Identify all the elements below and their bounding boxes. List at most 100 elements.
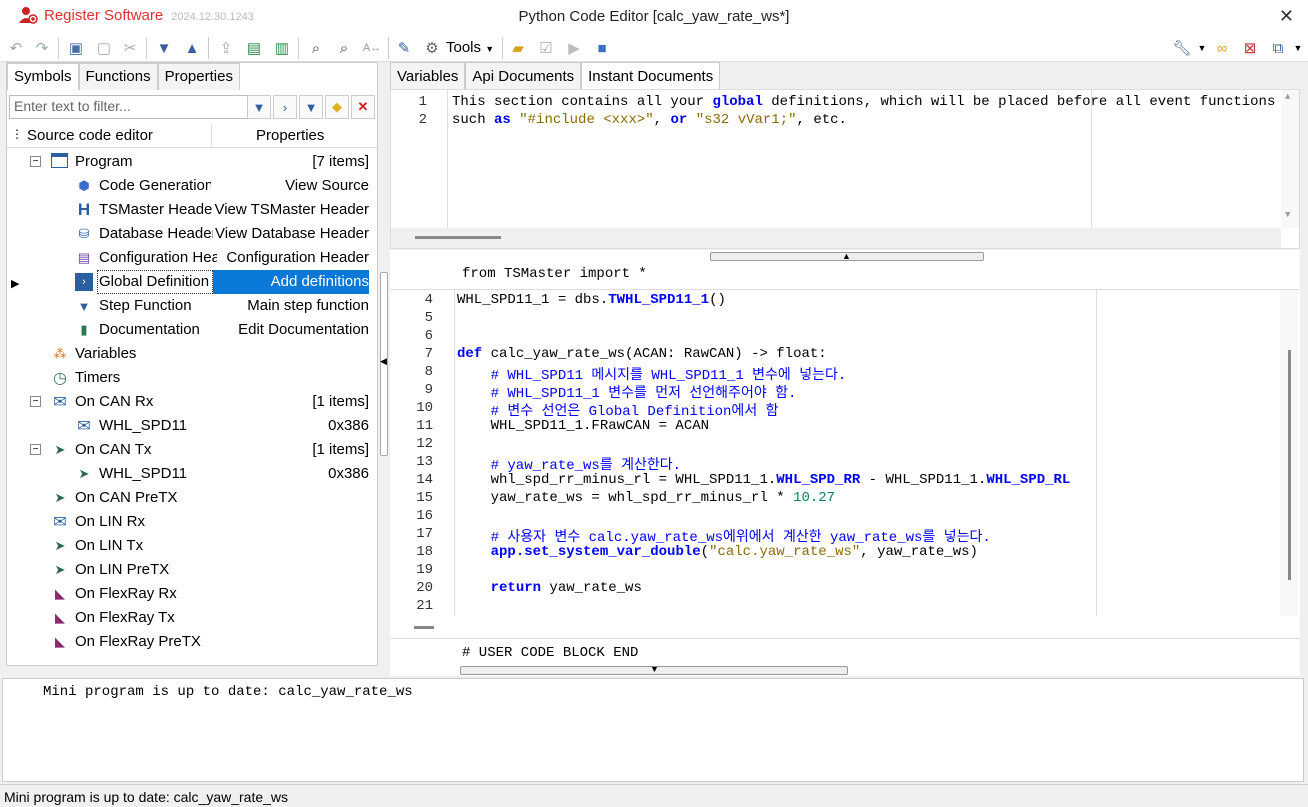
tree-item-on-can-pretx[interactable]: ➤ On CAN PreTX bbox=[7, 486, 369, 510]
code-line-17: # 사용자 변수 calc.yaw_rate_ws에위에서 계산한 yaw_ra… bbox=[457, 530, 991, 546]
output-pane[interactable]: Mini program is up to date: calc_yaw_rat… bbox=[2, 678, 1304, 782]
tab-properties[interactable]: Properties bbox=[157, 63, 240, 90]
tab-symbols[interactable]: Symbols bbox=[7, 63, 79, 90]
tree-item-on-lin-tx[interactable]: ➤ On LIN Tx bbox=[7, 534, 369, 558]
vertical-scrollbar[interactable]: ▲ ▼ bbox=[1281, 90, 1299, 228]
step-down-icon: ▼ bbox=[77, 298, 91, 314]
tab-instant-documents[interactable]: Instant Documents bbox=[581, 62, 721, 89]
tree-item-on-flexray-pretx[interactable]: ◣ On FlexRay PreTX bbox=[7, 630, 369, 654]
code-line-15: yaw_rate_ws = whl_spd_rr_minus_rl * 10.2… bbox=[457, 490, 836, 506]
wrench-icon[interactable]: 🔧︎ bbox=[1172, 38, 1192, 58]
tree-item-value: Add definitions bbox=[270, 273, 369, 290]
stop-icon[interactable]: ■ bbox=[592, 38, 612, 58]
tab-variables[interactable]: Variables bbox=[390, 62, 466, 89]
left-tabs: Symbols Functions Properties bbox=[7, 63, 240, 90]
line-number: 21 bbox=[416, 598, 433, 614]
chevron-left-icon: ◀ bbox=[380, 356, 387, 366]
close-doc-icon[interactable]: ⊠ bbox=[1240, 38, 1260, 58]
collapse-toggle[interactable]: − bbox=[30, 156, 41, 167]
scroll-thumb[interactable] bbox=[415, 236, 501, 239]
tree-item-program[interactable]: − Program [7 items] bbox=[7, 150, 369, 174]
tree-item-on-lin-rx[interactable]: ✉ On LIN Rx bbox=[7, 510, 369, 534]
code-line-14: whl_spd_rr_minus_rl = WHL_SPD11_1.WHL_SP… bbox=[457, 472, 1071, 488]
find-replace-icon[interactable]: ⌕ bbox=[334, 38, 354, 58]
scroll-thumb[interactable] bbox=[1288, 350, 1291, 580]
tab-functions[interactable]: Functions bbox=[78, 63, 158, 90]
tree-item-tsmaster-header[interactable]: H TSMaster Header View TSMaster Header bbox=[7, 198, 369, 222]
text-replace-icon[interactable]: A↔ bbox=[362, 38, 382, 58]
scroll-up-icon[interactable]: ▲ bbox=[1285, 92, 1290, 102]
collapse-toggle[interactable]: − bbox=[30, 396, 41, 407]
search-icon[interactable]: ⌕ bbox=[306, 38, 326, 58]
tree-item-label: Code Generation bbox=[99, 177, 211, 194]
configuration-icon: ▤ bbox=[77, 250, 91, 265]
window-dropdown-icon[interactable]: ▼ bbox=[1288, 38, 1308, 58]
tree-item-on-can-rx[interactable]: − ✉ On CAN Rx [1 items] bbox=[7, 390, 369, 414]
tree-item-label: TSMaster Header bbox=[99, 201, 213, 218]
scroll-down-icon[interactable]: ▼ bbox=[1285, 210, 1290, 220]
export-icon[interactable]: ⇪ bbox=[216, 38, 236, 58]
line-number: 14 bbox=[416, 472, 433, 488]
run-icon[interactable]: ▶ bbox=[564, 38, 584, 58]
envelope-icon: ✉ bbox=[53, 394, 67, 411]
tab-api-documents[interactable]: Api Documents bbox=[465, 62, 582, 89]
horizontal-scroll-thumb[interactable] bbox=[414, 626, 434, 629]
move-up-icon[interactable]: ▲ bbox=[182, 38, 202, 58]
tree-item-step-function[interactable]: ▼ Step Function Main step function bbox=[7, 294, 369, 318]
tree-item-on-lin-pretx[interactable]: ➤ On LIN PreTX bbox=[7, 558, 369, 582]
tree-item-global-definition[interactable]: › Global Definition Add definitions bbox=[7, 270, 369, 294]
link-icon[interactable]: ∞ bbox=[1212, 38, 1232, 58]
script-icon: › bbox=[75, 273, 93, 291]
tools-menu[interactable]: Tools ▼ bbox=[446, 39, 494, 56]
tree-item-on-can-tx[interactable]: − ➤ On CAN Tx [1 items] bbox=[7, 438, 369, 462]
wrench-dropdown-icon[interactable]: ▼ bbox=[1192, 38, 1212, 58]
line-number: 8 bbox=[424, 364, 433, 380]
move-down-icon[interactable]: ▼ bbox=[154, 38, 174, 58]
collapse-toggle[interactable]: − bbox=[30, 444, 41, 455]
cut-icon[interactable]: ✂ bbox=[120, 38, 140, 58]
flexray-icon: ◣ bbox=[55, 586, 65, 601]
filter-icon[interactable]: ▼ bbox=[247, 95, 271, 119]
checklist-icon[interactable]: ☑ bbox=[536, 38, 556, 58]
close-window-button[interactable]: ✕ bbox=[1279, 6, 1294, 27]
tree-item-timers[interactable]: ◷ Timers bbox=[7, 366, 369, 390]
save-all-icon[interactable]: ▥ bbox=[272, 38, 292, 58]
tree-header-properties[interactable]: Properties bbox=[256, 127, 324, 144]
tree-item-can-rx-whl-spd11[interactable]: ✉ WHL_SPD11 0x386 bbox=[7, 414, 369, 438]
horizontal-scrollbar[interactable] bbox=[391, 228, 1281, 248]
tree-item-on-flexray-rx[interactable]: ◣ On FlexRay Rx bbox=[7, 582, 369, 606]
tools-label[interactable]: Tools bbox=[446, 39, 481, 56]
code-editor[interactable]: 4 5 6 7 8 9 10 11 12 13 14 15 16 17 18 1… bbox=[390, 290, 1300, 620]
paper-plane-icon: ➤ bbox=[54, 490, 66, 505]
clear-filter-icon[interactable]: ✕ bbox=[351, 95, 375, 119]
doc-line-2: such as "#include <xxx>", or "s32 vVar1;… bbox=[452, 112, 847, 128]
copy-icon[interactable]: ▣ bbox=[66, 38, 86, 58]
tree-item-label: Timers bbox=[75, 369, 121, 386]
save-icon[interactable]: ▤ bbox=[244, 38, 264, 58]
collapse-icon[interactable]: ▼ bbox=[299, 95, 323, 119]
instant-documents-editor[interactable]: 1 2 This section contains all your globa… bbox=[390, 89, 1300, 249]
line-number: 1 bbox=[418, 94, 427, 110]
tree-item-variables[interactable]: ⁂ Variables bbox=[7, 342, 369, 366]
edit-icon[interactable]: ✎ bbox=[394, 38, 414, 58]
window-icon[interactable]: ⧉ bbox=[1268, 38, 1288, 58]
undo-icon[interactable]: ↶ bbox=[6, 38, 26, 58]
folder-icon[interactable]: ▰ bbox=[508, 38, 528, 58]
script-icon[interactable]: › bbox=[273, 95, 297, 119]
redo-icon[interactable]: ↷ bbox=[32, 38, 52, 58]
tree-item-on-flexray-tx[interactable]: ◣ On FlexRay Tx bbox=[7, 606, 369, 630]
tree-header-source[interactable]: Source code editor bbox=[27, 127, 153, 144]
tree-item-configuration-header[interactable]: ▤ Configuration Header Configuration Hea… bbox=[7, 246, 369, 270]
tree-item-can-tx-whl-spd11[interactable]: ➤ WHL_SPD11 0x386 bbox=[7, 462, 369, 486]
vertical-scrollbar[interactable] bbox=[1280, 290, 1298, 616]
tree-item-documentation[interactable]: ▮ Documentation Edit Documentation bbox=[7, 318, 369, 342]
gear-icon[interactable]: ⚙ bbox=[422, 38, 442, 58]
filter-input[interactable]: Enter text to filter... bbox=[9, 95, 249, 119]
tree-item-database-header[interactable]: ⛁ Database Header View Database Header bbox=[7, 222, 369, 246]
vertical-splitter[interactable]: ◀ bbox=[378, 62, 390, 666]
tree-item-code-generation[interactable]: ⬢ Code Generation View Source bbox=[7, 174, 369, 198]
paste-icon[interactable]: ▢ bbox=[94, 38, 114, 58]
code-line-13: # yaw_rate_ws를 계산한다. bbox=[457, 458, 682, 474]
line-number: 10 bbox=[416, 400, 433, 416]
python-icon[interactable]: ◆ bbox=[325, 95, 349, 119]
